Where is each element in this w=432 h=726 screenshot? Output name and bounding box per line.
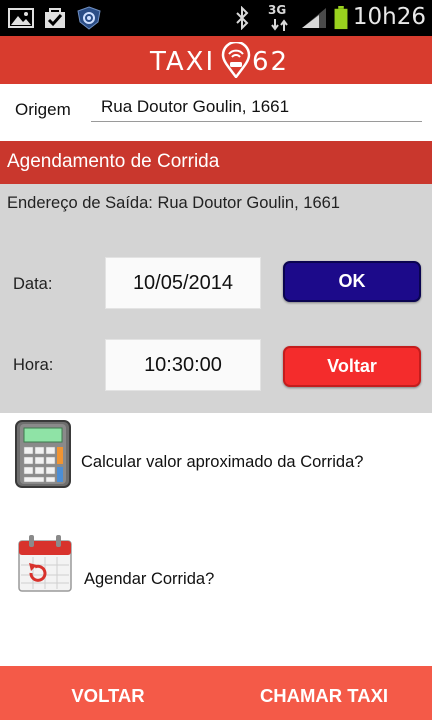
calculate-fare-option[interactable]: Calcular valor aproximado da Corrida? — [0, 418, 432, 508]
date-label: Data: — [13, 275, 53, 293]
app-header: TAXI 62 — [0, 36, 432, 84]
time-label: Hora: — [13, 356, 54, 374]
download-complete-icon — [45, 8, 65, 28]
origem-row: Origem — [0, 84, 432, 140]
location-pin-icon — [221, 42, 251, 78]
origem-input[interactable] — [91, 92, 422, 122]
chamar-taxi-button[interactable]: CHAMAR TAXI — [216, 666, 432, 720]
network-3g-icon: 3G — [266, 3, 292, 33]
bottom-action-bar: VOLTAR CHAMAR TAXI — [0, 666, 432, 720]
calculate-fare-label: Calcular valor aproximado da Corrida? — [81, 453, 364, 471]
gallery-icon — [8, 8, 34, 28]
voltar-button[interactable]: Voltar — [283, 346, 421, 387]
taxi62-logo: TAXI 62 — [148, 42, 287, 78]
ok-button[interactable]: OK — [283, 261, 421, 302]
app-shield-icon — [77, 6, 101, 30]
date-field[interactable]: 10/05/2014 — [105, 257, 261, 309]
network-label: 3G — [268, 3, 287, 17]
calculator-icon — [15, 420, 71, 488]
scheduling-panel: Endereço de Saída: Rua Doutor Goulin, 16… — [0, 184, 432, 413]
time-field[interactable]: 10:30:00 — [105, 339, 261, 391]
schedule-ride-option[interactable]: Agendar Corrida? — [0, 530, 432, 620]
bluetooth-icon — [236, 6, 249, 30]
battery-icon — [334, 6, 348, 30]
voltar-bottom-button[interactable]: VOLTAR — [0, 666, 216, 720]
section-title: Agendamento de Corrida — [7, 151, 220, 172]
logo-text-left: TAXI — [150, 47, 216, 77]
logo-text-right: 62 — [252, 47, 290, 77]
origem-label: Origem — [15, 100, 71, 119]
departure-address: Endereço de Saída: Rua Doutor Goulin, 16… — [7, 194, 340, 212]
signal-icon — [302, 8, 326, 28]
section-title-bar: Agendamento de Corrida — [0, 141, 432, 184]
clock: 10h26 — [352, 4, 426, 30]
status-bar: 3G 10h26 — [0, 0, 432, 36]
schedule-ride-label: Agendar Corrida? — [84, 570, 215, 588]
calendar-icon — [18, 535, 72, 592]
